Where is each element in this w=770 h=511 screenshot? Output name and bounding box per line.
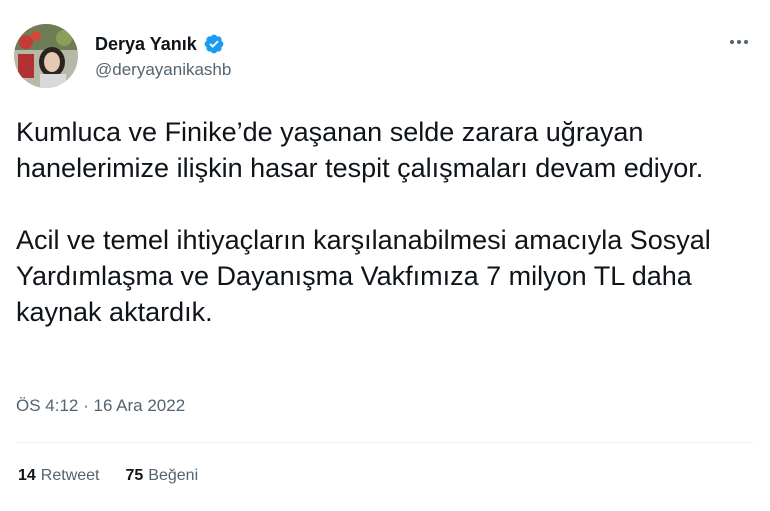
likes-count: 75 [125, 467, 144, 484]
author-display-name[interactable]: Derya Yanık [95, 34, 197, 55]
retweets-count: 14 [18, 467, 36, 484]
tweet-stats: 14 Retweet 75 Beğeni [18, 467, 224, 485]
tweet-paragraph: Kumluca ve Finike’de yaşanan selde zarar… [16, 117, 704, 183]
author-handle[interactable]: @deryayanikashb [95, 60, 231, 80]
tweet-card: Derya Yanık @deryayanikashb Kumluca ve F… [0, 0, 770, 511]
tweet-paragraph: Acil ve temel ihtiyaçların karşılanabilm… [16, 225, 711, 327]
likes-label: Beğeni [148, 467, 199, 484]
avatar[interactable] [14, 24, 78, 88]
divider [16, 442, 754, 443]
more-options-icon[interactable] [724, 30, 754, 54]
verified-badge-icon [203, 33, 225, 55]
likes-stat[interactable]: 75 Beğeni [126, 467, 199, 485]
meta-separator: · [78, 396, 94, 415]
retweets-label: Retweet [40, 467, 100, 484]
retweets-stat[interactable]: 14 Retweet [18, 467, 100, 485]
author-name-row[interactable]: Derya Yanık [95, 33, 225, 55]
tweet-timestamp[interactable]: ÖS 4:12 · 16 Ara 2022 [16, 396, 185, 416]
avatar-image [14, 24, 78, 88]
tweet-date[interactable]: 16 Ara 2022 [93, 396, 185, 415]
tweet-text: Kumluca ve Finike’de yaşanan selde zarar… [16, 114, 756, 330]
tweet-time[interactable]: ÖS 4:12 [16, 396, 78, 415]
